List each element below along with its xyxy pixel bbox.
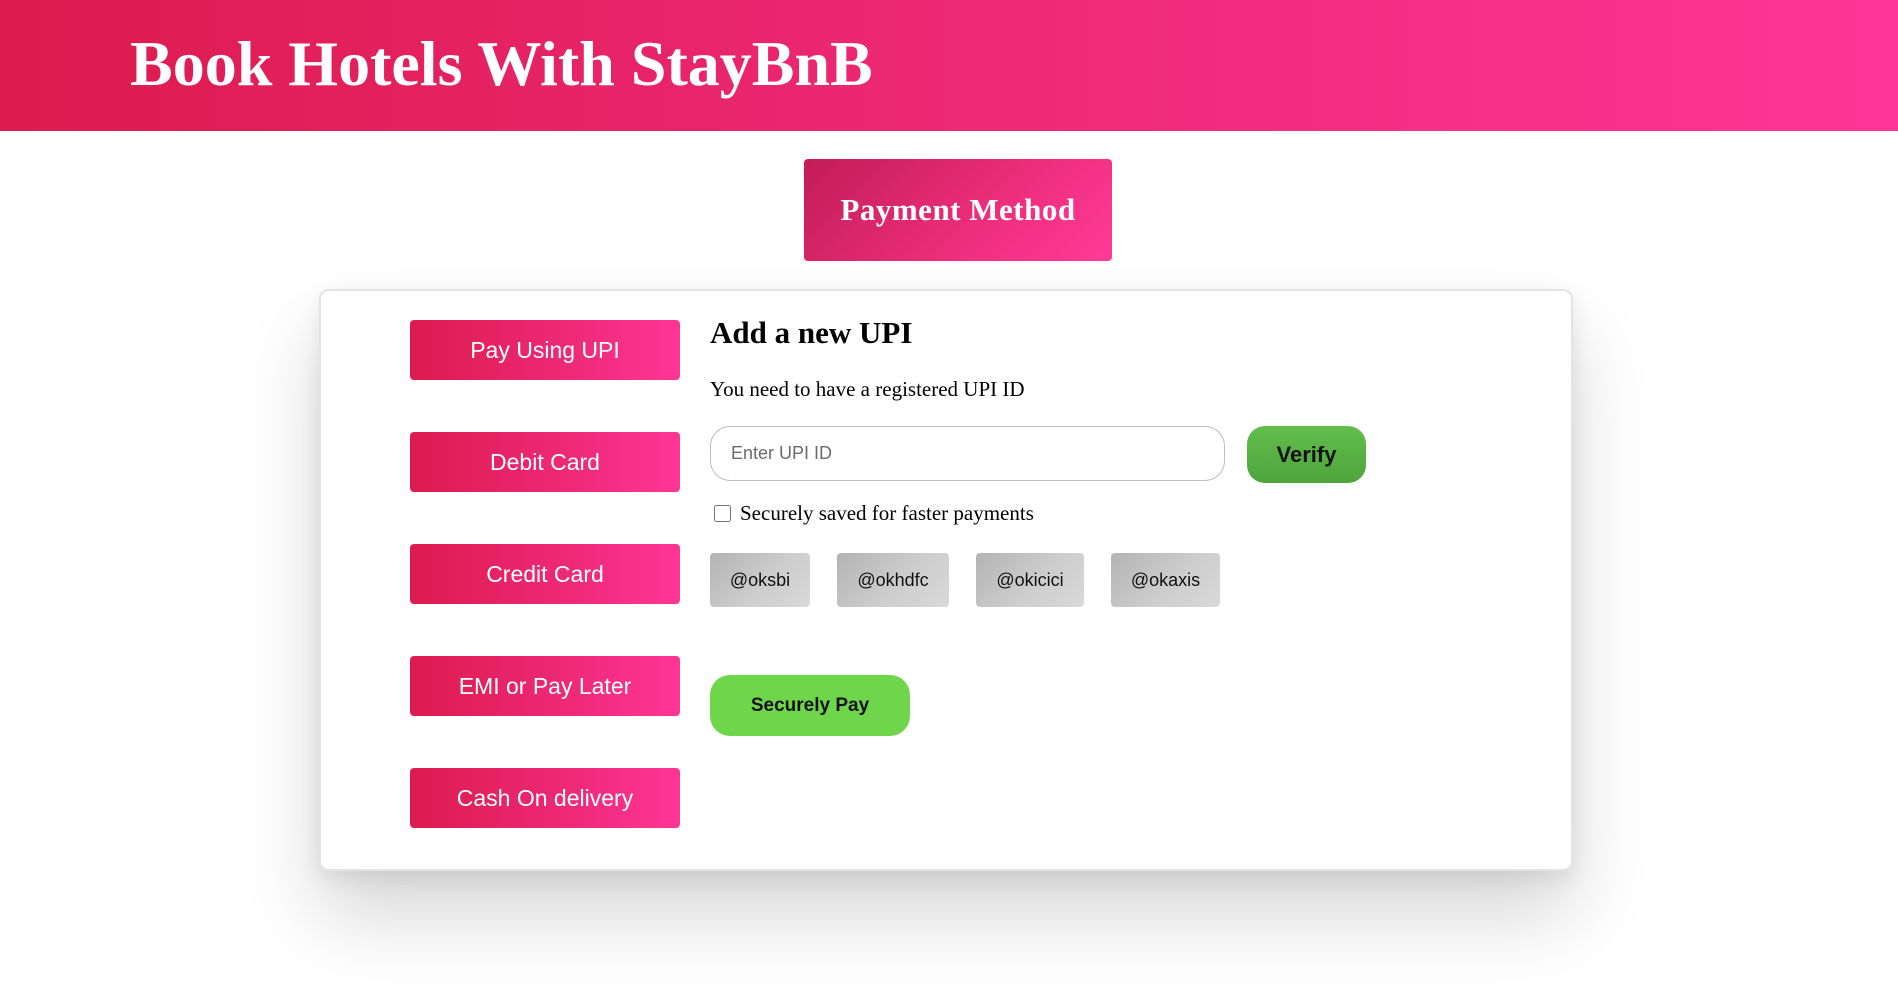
site-header: Book Hotels With StayBnB	[0, 0, 1898, 131]
payment-card: Pay Using UPI Debit Card Credit Card EMI…	[319, 289, 1573, 871]
upi-id-input[interactable]	[710, 426, 1225, 481]
upi-handle-okaxis[interactable]: @okaxis	[1111, 553, 1220, 607]
upi-note: You need to have a registered UPI ID	[710, 377, 1025, 401]
site-title: Book Hotels With StayBnB	[130, 28, 873, 99]
upi-heading: Add a new UPI	[710, 315, 913, 350]
save-upi-checkbox[interactable]	[714, 505, 731, 522]
verify-button[interactable]: Verify	[1247, 426, 1366, 483]
payment-method-heading: Payment Method	[804, 159, 1112, 261]
debit-card-button[interactable]: Debit Card	[410, 432, 680, 492]
upi-handle-okicici[interactable]: @okicici	[976, 553, 1084, 607]
save-upi-label: Securely saved for faster payments	[740, 501, 1034, 525]
cash-on-delivery-button[interactable]: Cash On delivery	[410, 768, 680, 828]
securely-pay-button[interactable]: Securely Pay	[710, 675, 910, 736]
pay-using-upi-button[interactable]: Pay Using UPI	[410, 320, 680, 380]
save-upi-row[interactable]: Securely saved for faster payments	[714, 501, 1034, 526]
credit-card-button[interactable]: Credit Card	[410, 544, 680, 604]
upi-handle-oksbi[interactable]: @oksbi	[710, 553, 810, 607]
upi-handle-okhdfc[interactable]: @okhdfc	[837, 553, 949, 607]
emi-pay-later-button[interactable]: EMI or Pay Later	[410, 656, 680, 716]
